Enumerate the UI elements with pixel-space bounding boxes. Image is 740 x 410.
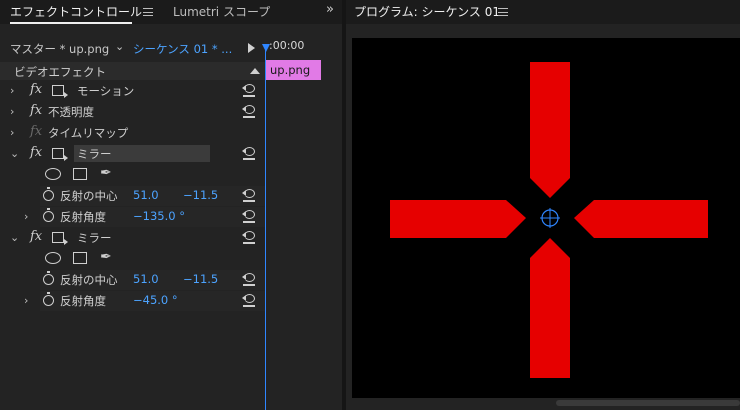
section-title: ビデオエフェクト <box>14 65 106 79</box>
property-row-reflection-angle-2: › 反射角度 −45.0 ° <box>0 291 266 311</box>
effect-name: モーション <box>77 84 135 98</box>
twirl-right-icon[interactable]: › <box>24 294 28 307</box>
property-row-reflection-angle-1: › 反射角度 −135.0 ° <box>0 207 266 227</box>
center-x-value[interactable]: 51.0 <box>133 272 159 286</box>
stopwatch-icon[interactable] <box>43 271 54 285</box>
sequence-clip-link[interactable]: シーケンス 01 * ... <box>133 41 232 57</box>
property-row-reflection-center-1: 反射の中心 51.0 −11.5 <box>0 186 266 206</box>
playhead-line[interactable] <box>265 44 266 410</box>
left-tab-bar: エフェクトコントロール Lumetri スコープ » <box>0 0 342 24</box>
center-x-value[interactable]: 51.0 <box>133 188 159 202</box>
property-label: 反射の中心 <box>60 273 118 287</box>
fx-icon[interactable]: fx <box>30 145 42 160</box>
program-viewer[interactable] <box>352 38 740 398</box>
effect-controls-panel: エフェクトコントロール Lumetri スコープ » マスター * up.png… <box>0 0 342 410</box>
property-label: 反射角度 <box>60 210 106 224</box>
playhead-icon[interactable] <box>262 44 270 52</box>
viewer-canvas <box>390 62 708 378</box>
menu-icon[interactable] <box>498 8 508 16</box>
fx-icon[interactable]: fx <box>30 229 42 244</box>
twirl-right-icon[interactable]: › <box>24 210 28 223</box>
master-clip-label: マスター * up.png <box>10 42 110 56</box>
right-tab-bar: プログラム: シーケンス 01 <box>346 0 740 24</box>
collapse-arrow-icon[interactable] <box>250 68 260 74</box>
stopwatch-icon[interactable] <box>43 187 54 201</box>
property-label: 反射角度 <box>60 294 106 308</box>
pen-mask-icon[interactable]: ✒ <box>100 249 112 265</box>
angle-value[interactable]: −135.0 ° <box>133 209 185 223</box>
arrow-left-shape <box>390 200 526 238</box>
twirl-right-icon[interactable]: › <box>10 105 20 118</box>
reset-icon[interactable] <box>241 230 257 245</box>
effect-name: ミラー <box>77 147 112 161</box>
timecode-label: :00:00 <box>269 39 305 52</box>
tab-lumetri-scopes[interactable]: Lumetri スコープ <box>173 3 270 21</box>
mini-timeline[interactable]: :00:00 <box>266 24 322 410</box>
active-tab-underline <box>10 22 132 24</box>
pen-mask-icon[interactable]: ✒ <box>100 165 112 181</box>
ellipse-mask-icon[interactable] <box>45 168 61 180</box>
twirl-right-icon[interactable]: › <box>10 84 20 97</box>
property-label: 反射の中心 <box>60 189 118 203</box>
ellipse-mask-icon[interactable] <box>45 252 61 264</box>
property-row-reflection-center-2: 反射の中心 51.0 −11.5 <box>0 270 266 290</box>
tab-effect-controls[interactable]: エフェクトコントロール <box>10 3 142 21</box>
reset-icon[interactable] <box>241 83 257 98</box>
clip-selector-bar: マスター * up.png ⌄ シーケンス 01 * ... <box>0 38 266 58</box>
chevron-down-icon[interactable]: ⌄ <box>115 40 124 53</box>
motion-transform-icon[interactable] <box>52 85 68 98</box>
twirl-down-icon[interactable]: ⌄ <box>10 147 20 160</box>
arrow-down-shape <box>530 238 570 378</box>
reset-icon[interactable] <box>241 146 257 161</box>
angle-value[interactable]: −45.0 ° <box>133 293 178 307</box>
reset-icon[interactable] <box>241 104 257 119</box>
reset-icon[interactable] <box>241 293 257 308</box>
motion-transform-icon[interactable] <box>52 148 68 161</box>
arrow-up-shape <box>530 62 570 198</box>
motion-transform-icon[interactable] <box>52 232 68 245</box>
effect-row-mirror-2[interactable]: ⌄ fx ミラー <box>0 228 266 248</box>
center-y-value[interactable]: −11.5 <box>183 188 218 202</box>
twirl-right-icon[interactable]: › <box>10 126 20 139</box>
timeline-clip[interactable]: up.png <box>266 60 321 80</box>
reset-icon[interactable] <box>241 188 257 203</box>
rectangle-mask-icon[interactable] <box>73 168 87 180</box>
play-triangle-icon[interactable] <box>248 43 255 53</box>
fx-icon: fx <box>30 124 43 139</box>
effect-name: 不透明度 <box>48 105 94 119</box>
effect-name: ミラー <box>77 231 112 245</box>
effect-name: タイムリマップ <box>48 126 129 140</box>
fx-icon[interactable]: fx <box>30 82 42 97</box>
rectangle-mask-icon[interactable] <box>73 252 87 264</box>
video-effects-header: ビデオエフェクト <box>0 62 266 80</box>
twirl-down-icon[interactable]: ⌄ <box>10 231 20 244</box>
arrow-right-shape <box>574 200 708 238</box>
panel-overflow-icon[interactable]: » <box>322 2 338 17</box>
mask-tools-row: ✒ <box>0 249 266 269</box>
reset-icon[interactable] <box>241 209 257 224</box>
reset-icon[interactable] <box>241 272 257 287</box>
fx-icon[interactable]: fx <box>30 103 42 118</box>
effect-row-opacity[interactable]: › fx 不透明度 <box>0 102 266 122</box>
tab-program-monitor[interactable]: プログラム: シーケンス 01 <box>354 3 500 21</box>
mask-tools-row: ✒ <box>0 165 266 185</box>
effect-row-mirror-1[interactable]: ⌄ fx ミラー <box>0 144 266 164</box>
effect-row-motion[interactable]: › fx モーション <box>0 81 266 101</box>
stopwatch-icon[interactable] <box>43 292 54 306</box>
stopwatch-icon[interactable] <box>43 208 54 222</box>
horizontal-scrollbar[interactable] <box>556 400 740 406</box>
menu-icon[interactable] <box>143 8 153 16</box>
center-y-value[interactable]: −11.5 <box>183 272 218 286</box>
effect-row-time-remap[interactable]: › fx タイムリマップ <box>0 123 266 143</box>
